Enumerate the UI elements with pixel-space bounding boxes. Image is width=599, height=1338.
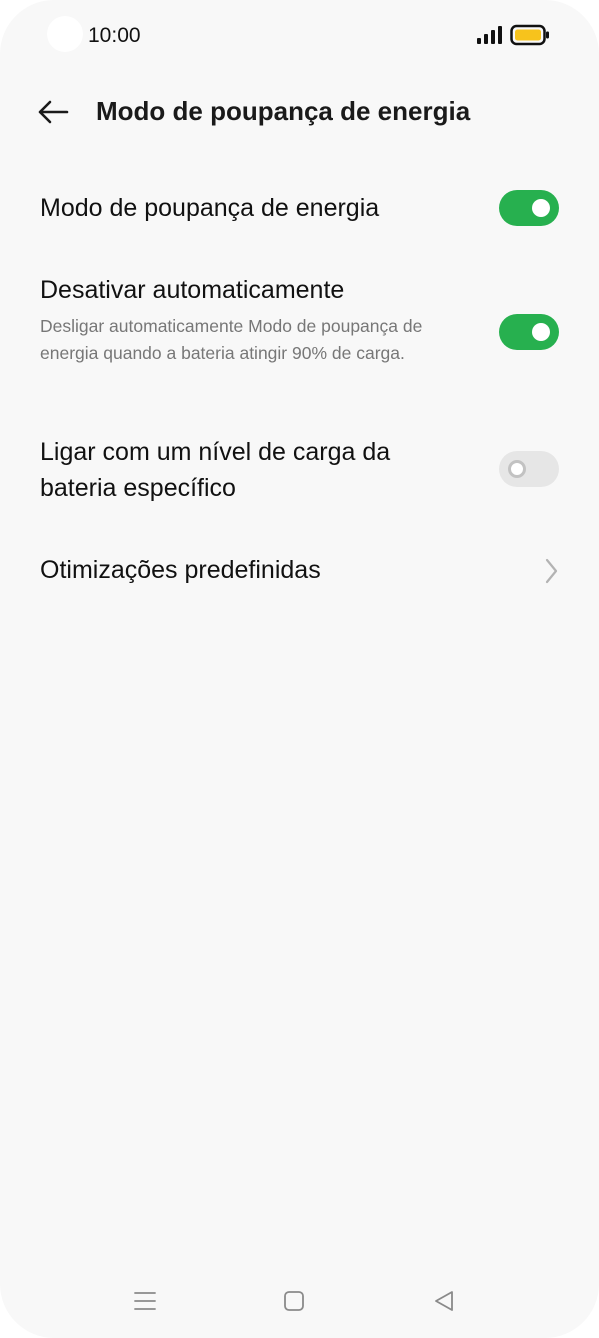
page-title: Modo de poupança de energia [96, 96, 471, 126]
toggle-knob [532, 323, 550, 341]
auto-disable-title: Desativar automaticamente [40, 276, 345, 304]
status-time: 10:00 [88, 24, 141, 47]
specific-level-toggle[interactable] [499, 451, 559, 487]
presets-row[interactable]: Otimizações predefinidas [0, 546, 599, 596]
back-nav-icon[interactable] [429, 1286, 459, 1316]
power-saving-row[interactable]: Modo de poupança de energia [0, 180, 599, 240]
specific-level-row[interactable]: Ligar com um nível de carga da bateria e… [0, 430, 599, 514]
auto-disable-description: Desligar automaticamente Modo de poupanç… [40, 316, 423, 363]
phone-screen: 10:00 Modo de poupança de energia Modo d… [0, 0, 599, 1338]
app-header: Modo de poupança de energia [0, 80, 599, 144]
navigation-bar [0, 1270, 599, 1330]
toggle-knob [532, 199, 550, 217]
auto-disable-row[interactable]: Desativar automaticamente Desligar autom… [0, 268, 599, 398]
power-saving-title: Modo de poupança de energia [40, 194, 380, 222]
auto-disable-toggle[interactable] [499, 314, 559, 350]
front-camera-cutout [47, 16, 83, 52]
status-bar: 10:00 [0, 0, 599, 70]
specific-level-title: Ligar com um nível de carga da bateria e… [40, 438, 391, 502]
presets-title: Otimizações predefinidas [40, 556, 321, 584]
power-saving-toggle[interactable] [499, 190, 559, 226]
arrow-left-icon [38, 100, 69, 124]
signal-strength-icon [477, 26, 502, 44]
back-button[interactable] [30, 92, 76, 132]
menu-icon[interactable] [130, 1286, 160, 1316]
toggle-knob [508, 460, 526, 478]
chevron-right-icon [545, 558, 558, 584]
home-icon[interactable] [279, 1286, 309, 1316]
battery-icon [510, 24, 549, 46]
